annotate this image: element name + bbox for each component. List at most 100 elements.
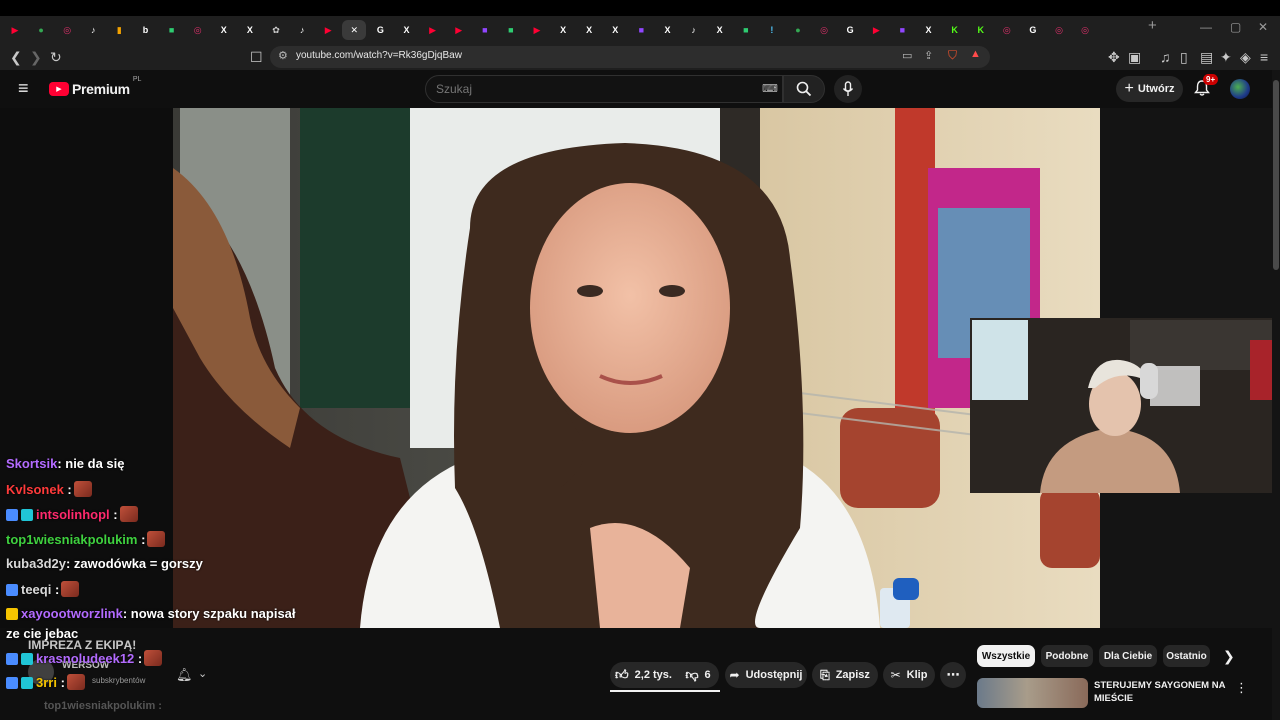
avatar[interactable] [1230,79,1250,99]
chat-badge-icon [6,653,18,665]
chat-emote-icon [144,650,163,666]
notification-bell-icon[interactable]: 🔔︎ [176,667,193,683]
wallet-icon[interactable]: ▤ [1200,48,1213,66]
keyboard-icon[interactable]: ⌨ [762,82,778,95]
browser-tab[interactable]: X [212,20,236,40]
address-bar[interactable]: ⚙ youtube.com/watch?v=Rk36gDjqBaw ▭ ⇪ ⛉ … [270,46,990,68]
create-button[interactable]: + Utwórz [1116,76,1183,102]
browser-tab[interactable]: ♪ [682,20,706,40]
youtube-logo[interactable]: ▶ Premium PL [49,76,141,98]
voice-search-button[interactable] [834,75,862,103]
media-icon[interactable]: ♫ [1160,48,1171,66]
vpn-icon[interactable]: ◈ [1240,48,1251,66]
back-icon[interactable]: ❮ [10,48,22,66]
browser-tab[interactable]: X [708,20,732,40]
reload-icon[interactable]: ↻ [50,48,62,66]
brave-shield-icon[interactable]: ⛉ [948,48,957,63]
menu-icon[interactable]: ≡ [1260,48,1268,66]
leo-ai-icon[interactable]: ✦ [1220,48,1232,66]
like-button[interactable]: 👍︎ 2,2 tys. [610,662,677,688]
browser-tab[interactable]: b [134,20,158,40]
browser-tab[interactable]: ◎ [995,20,1019,40]
browser-tab[interactable]: ◎ [1047,20,1071,40]
clip-button[interactable]: ✂ Klip [883,662,935,688]
browser-tab[interactable]: ♪ [290,20,314,40]
extensions-icon[interactable]: ✥ [1108,48,1120,66]
browser-tab[interactable]: ■ [734,20,758,40]
chat-text: : nowa story szpaku napisał [122,606,296,621]
cast-icon[interactable]: ▭ [902,49,912,62]
save-button[interactable]: ⎘ Zapisz [812,662,878,688]
browser-tab[interactable]: ■ [473,20,497,40]
screenshot-icon[interactable]: ▣ [1128,48,1141,66]
browser-tab[interactable]: ● [29,20,53,40]
browser-tab[interactable]: ▮ [107,20,131,40]
browser-tab[interactable]: ◎ [812,20,836,40]
browser-tab[interactable]: ! [760,20,784,40]
filter-chip[interactable]: Dla Ciebie [1099,645,1157,667]
filter-chip[interactable]: Ostatnio [1163,645,1210,667]
site-info-icon[interactable]: ⚙ [278,49,288,62]
share-icon[interactable]: ⇪ [924,49,933,62]
notifications-button[interactable]: 9+ [1193,74,1219,99]
new-tab-icon[interactable]: + [1148,17,1157,34]
browser-tab[interactable]: G [368,20,392,40]
close-window-icon[interactable]: ✕ [1258,20,1268,34]
browser-tab[interactable]: X [917,20,941,40]
browser-tab[interactable]: K [943,20,967,40]
like-bar-fill [610,690,720,692]
chevron-right-icon[interactable]: ❯ [1223,648,1235,665]
browser-tab[interactable]: ■ [499,20,523,40]
browser-tab[interactable]: ▶ [864,20,888,40]
browser-tab[interactable]: ▶ [447,20,471,40]
filter-chip[interactable]: Podobne [1041,645,1093,667]
browser-tab[interactable]: G [1021,20,1045,40]
browser-tab[interactable]: ▶ [421,20,445,40]
minimize-icon[interactable]: — [1200,20,1212,34]
chevron-down-icon[interactable]: ⌄ [198,667,207,680]
browser-tab[interactable]: ■ [890,20,914,40]
filter-chip[interactable]: Wszystkie [977,645,1035,667]
search-input[interactable] [436,81,736,97]
browser-tab[interactable]: ◎ [1073,20,1097,40]
browser-tab[interactable]: ✿ [264,20,288,40]
browser-tab[interactable]: ■ [629,20,653,40]
browser-tab[interactable]: K [969,20,993,40]
browser-tab[interactable]: X [656,20,680,40]
bookmark-icon[interactable]: ☐ [250,48,263,66]
chat-message: kuba3d2y: zawodówka = gorszy [6,556,203,571]
sidebar-icon[interactable]: ▯ [1180,48,1188,66]
scrollbar-thumb[interactable] [1273,80,1279,270]
browser-tab[interactable]: X [395,20,419,40]
browser-tab[interactable]: X [577,20,601,40]
share-button[interactable]: ➦ Udostępnij [725,662,807,688]
browser-tab[interactable]: G [838,20,862,40]
maximize-icon[interactable]: ▢ [1230,20,1241,34]
search-box[interactable]: ⌨ [425,75,783,103]
browser-tab[interactable]: ■ [160,20,184,40]
pin-icon: ! [770,24,774,35]
rewards-icon[interactable]: ▲ [970,48,981,60]
browser-tab[interactable]: ▶ [316,20,340,40]
kebab-menu-icon[interactable]: ⋮ [1235,680,1248,696]
browser-tab[interactable]: X [603,20,627,40]
recommended-video[interactable]: STERUJEMY SAYGONEM NA MIEŚCIE ⋮ [977,678,1257,708]
forward-icon[interactable]: ❯ [30,48,42,66]
browser-tab[interactable]: ● [786,20,810,40]
hamburger-menu-icon[interactable]: ≡ [18,79,29,97]
browser-tab[interactable]: ◎ [55,20,79,40]
page-scrollbar[interactable] [1272,70,1280,720]
browser-tab[interactable]: ✕ [342,20,367,40]
chat-text: : [137,532,146,547]
dislike-button[interactable]: 👎︎ 6 [677,662,719,688]
browser-tab[interactable]: ▶ [525,20,549,40]
chat-emote-icon [147,531,166,547]
chat-username: teeqi [21,582,52,597]
browser-tab[interactable]: X [238,20,262,40]
more-actions-button[interactable]: ⋯ [940,662,966,688]
browser-tab[interactable]: ▶ [3,20,27,40]
browser-tab[interactable]: ♪ [81,20,105,40]
browser-tab[interactable]: ◎ [186,20,210,40]
search-button[interactable] [783,75,825,103]
browser-tab[interactable]: X [551,20,575,40]
